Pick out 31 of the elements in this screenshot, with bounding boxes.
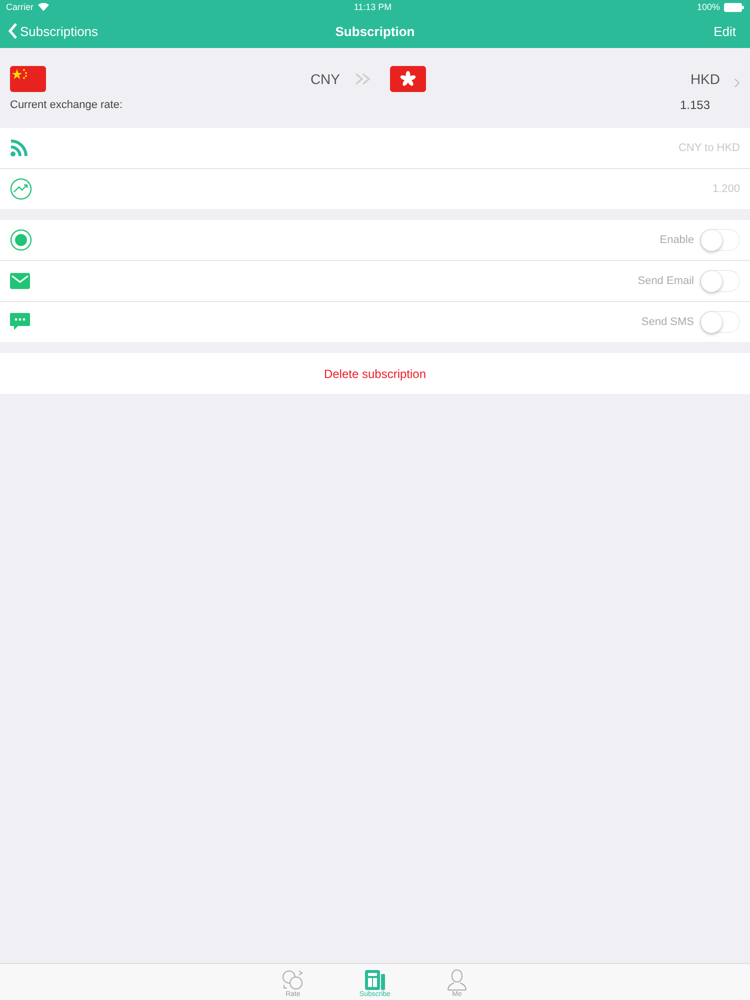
currency-code: HKD: [690, 71, 720, 87]
rate-value: 1.153: [680, 98, 710, 112]
newspaper-icon: [364, 969, 386, 991]
flag-icon: [390, 66, 426, 92]
flag-icon: [10, 66, 46, 92]
delete-button[interactable]: Delete subscription: [0, 353, 750, 394]
toggle-switch[interactable]: [700, 229, 740, 251]
toggle-label: Send SMS: [641, 316, 694, 328]
edit-button[interactable]: Edit: [714, 24, 742, 38]
envelope-icon: [10, 273, 30, 289]
rate-label: Current exchange rate:: [10, 99, 123, 111]
trend-icon: [10, 178, 32, 200]
radio-icon: [10, 229, 32, 251]
back-button[interactable]: Subscriptions: [8, 23, 336, 39]
chat-icon: [10, 313, 30, 331]
currency-code: CNY: [310, 71, 340, 87]
battery-icon: [724, 2, 744, 12]
currency-exchange-icon: [281, 969, 305, 991]
person-icon: [447, 969, 467, 991]
toggle-label: Send Email: [638, 275, 694, 287]
carrier-label: Carrier: [6, 2, 34, 12]
toggle-label: Enable: [660, 234, 694, 246]
battery-percent: 100%: [696, 2, 720, 12]
toggle-switch[interactable]: [700, 311, 740, 333]
nav-title: Subscription: [335, 24, 415, 38]
wifi-icon: [38, 3, 49, 11]
rss-icon: [10, 139, 28, 157]
chevron-icon[interactable]: [734, 78, 740, 88]
toggle-switch[interactable]: [700, 270, 740, 292]
clock: 11:13 PM: [354, 2, 392, 12]
back-chevron-icon[interactable]: [8, 23, 18, 39]
